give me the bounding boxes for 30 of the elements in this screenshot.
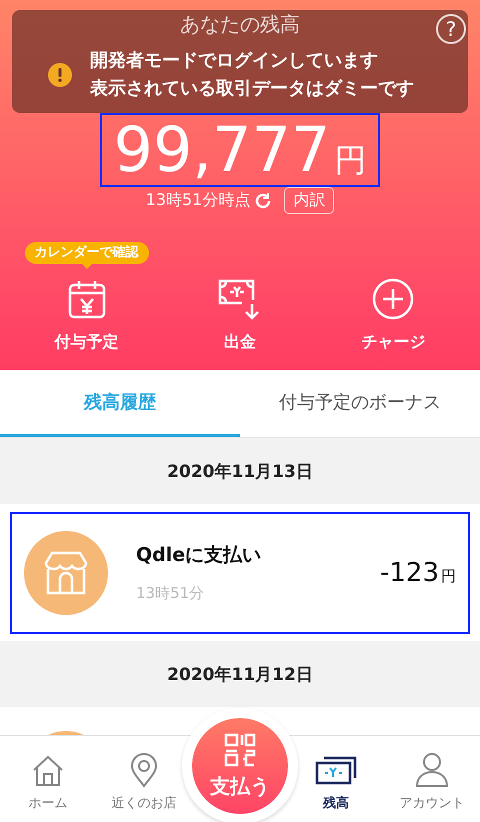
nav-item[interactable]: 近くのお店 (107, 736, 181, 822)
plus-circle-icon (372, 278, 414, 320)
help-icon[interactable]: ? (436, 14, 466, 44)
updated-time: 13時51分時点 (146, 190, 250, 211)
warning-icon (48, 62, 72, 86)
store-icon (24, 530, 108, 614)
screen-title: あなたの残高 (180, 12, 300, 36)
notice-text: 開発者モードでログインしています (90, 48, 379, 72)
transaction-time: 13時51分 (136, 584, 206, 603)
action-button[interactable]: 出金 (216, 276, 263, 353)
nav-item[interactable]: アカウント (395, 736, 469, 822)
tooltip-pointer-icon (82, 264, 92, 269)
date-header: 2020年11月13日 (166, 460, 314, 484)
balance-amount: 99,777 円 (102, 115, 378, 185)
action-button[interactable]: チャージ (361, 276, 426, 353)
date-header: 2020年11月12日 (166, 664, 314, 686)
person-icon (415, 752, 449, 788)
tab[interactable]: 付与予定のボーナス (240, 370, 480, 437)
action-button[interactable]: 付与予定 (54, 276, 119, 353)
notice-text: 表示されている取引データはダミーです (90, 76, 414, 100)
nav-item[interactable]: ホーム (11, 736, 85, 822)
breakdown-button[interactable]: 内訳 (284, 187, 334, 214)
calendar-icon (66, 278, 107, 320)
refresh-icon[interactable] (254, 192, 272, 210)
transaction-title: Qdleに支払い (136, 543, 262, 568)
nav-item[interactable]: 残高 (299, 736, 373, 822)
qr-code-icon (224, 732, 256, 766)
location-pin-icon (129, 752, 159, 788)
transaction-amount: -123 円 (380, 558, 456, 588)
house-icon (31, 754, 65, 788)
